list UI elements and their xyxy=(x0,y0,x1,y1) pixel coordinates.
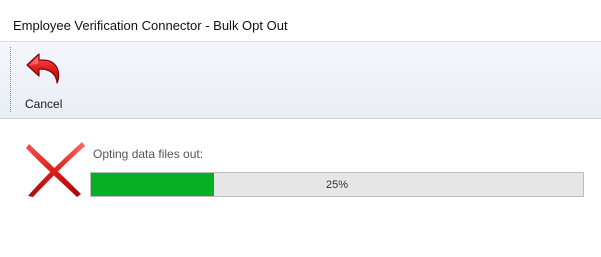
status-label: Opting data files out: xyxy=(93,147,204,161)
window-title: Employee Verification Connector - Bulk O… xyxy=(13,18,288,33)
toolbar-grip[interactable] xyxy=(10,47,12,112)
undo-arrow-icon xyxy=(26,53,60,84)
toolbar: Cancel xyxy=(0,42,601,119)
title-bar: Employee Verification Connector - Bulk O… xyxy=(0,0,601,42)
red-x-icon xyxy=(26,142,85,197)
progress-percent: 25% xyxy=(325,178,349,191)
progress-bar: 25% xyxy=(90,172,584,197)
cancel-label: Cancel xyxy=(25,97,63,111)
dialog-window: Employee Verification Connector - Bulk O… xyxy=(0,0,601,257)
progress-panel: Opting data files out: 25% xyxy=(0,120,601,257)
cancel-button[interactable]: Cancel xyxy=(14,47,66,113)
